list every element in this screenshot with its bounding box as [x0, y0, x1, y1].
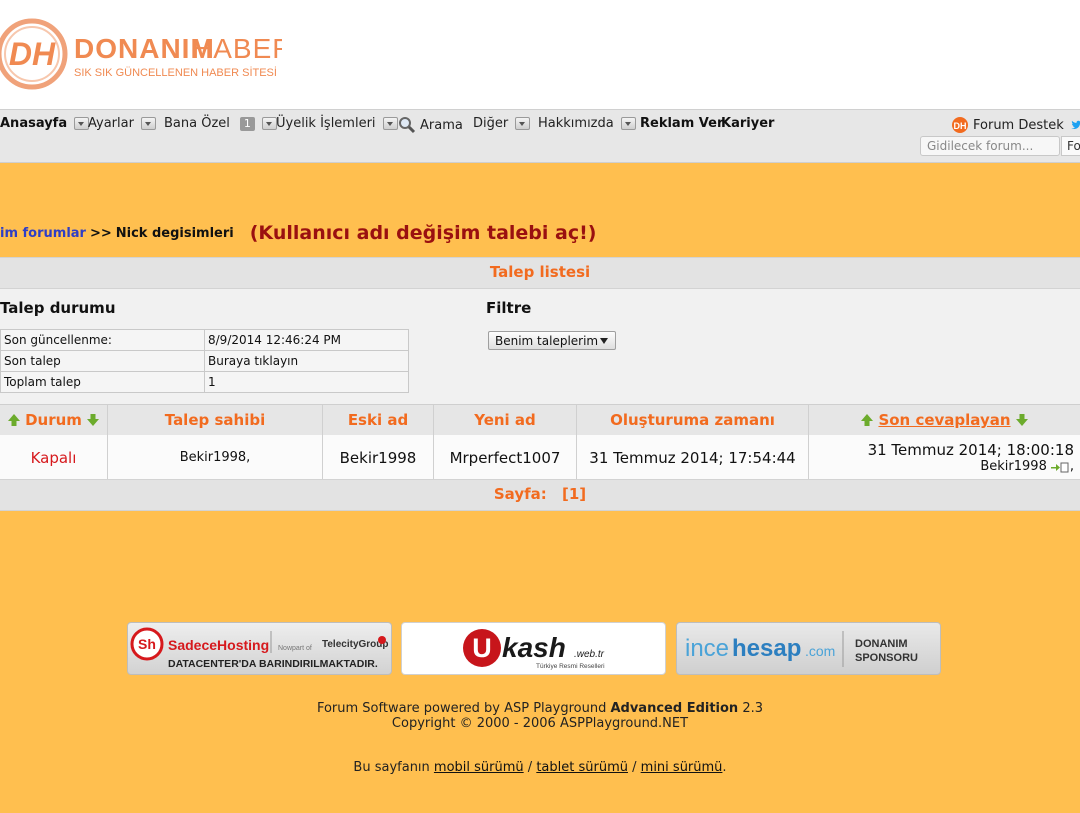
- breadcrumb-separator: >>: [89, 225, 112, 241]
- powered-by: Forum Software powered by ASP Playground…: [316, 701, 764, 716]
- svg-text:.web.tr: .web.tr: [574, 649, 605, 660]
- cell-olusturma-zamani: 31 Temmuz 2014; 17:54:44: [577, 435, 809, 480]
- status-label: Son talep: [0, 350, 205, 372]
- sort-down-icon[interactable]: [1015, 413, 1029, 427]
- svg-text:SadeceHosting: SadeceHosting: [168, 637, 269, 653]
- request-panel: Talep listesi Talep durumu Son güncellen…: [0, 257, 1080, 511]
- status-table: Son güncellenme: 8/9/2014 12:46:24 PM So…: [0, 329, 409, 393]
- header-olusturma-zamani: Oluşturuma zamanı: [577, 405, 809, 435]
- nav-forum-destek[interactable]: DH Forum Destek: [951, 116, 1064, 134]
- dropdown-arrow-icon[interactable]: [261, 117, 277, 130]
- svg-text:Nowpart of: Nowpart of: [278, 645, 312, 652]
- dropdown-arrow-icon[interactable]: [140, 117, 156, 130]
- cell-durum[interactable]: Kapalı: [0, 435, 108, 480]
- nav-ayarlar[interactable]: Ayarlar: [88, 116, 156, 131]
- dropdown-arrow-icon[interactable]: [620, 117, 636, 130]
- svg-text:DH: DH: [9, 36, 56, 72]
- sort-up-icon[interactable]: [860, 413, 874, 427]
- status-label: Toplam talep: [0, 371, 205, 393]
- dropdown-arrow-icon[interactable]: [382, 117, 398, 130]
- nav-reklam-ver[interactable]: Reklam Ver: [640, 116, 723, 131]
- svg-text:SIK SIK GÜNCELLENEN HABER SİTE: SIK SIK GÜNCELLENEN HABER SİTESİ: [74, 66, 277, 79]
- status-row: Son güncellenme: 8/9/2014 12:46:24 PM: [0, 329, 409, 351]
- sort-down-icon[interactable]: [86, 413, 100, 427]
- donanimhaber-logo[interactable]: DH DONANIM HABER SIK SIK GÜNCELLENEN HAB…: [0, 14, 282, 94]
- breadcrumb-link[interactable]: im forumlar: [0, 226, 86, 241]
- pagination: Sayfa: [1]: [0, 479, 1080, 511]
- cell-son-cevaplayan: 31 Temmuz 2014; 18:00:18 Bekir1998 ,: [867, 441, 1074, 474]
- main-navbar: Anasayfa Ayarlar Bana Özel 1 Üyelik İşlem…: [0, 109, 1080, 163]
- last-reply-date: 31 Temmuz 2014; 18:00:18: [867, 441, 1074, 459]
- status-row: Son talep Buraya tıklayın: [0, 350, 409, 372]
- page-label: Sayfa:: [493, 485, 547, 503]
- table-header-row: Durum Talep sahibi Eski ad Yeni ad Oluşt…: [0, 404, 1080, 436]
- cell-eski-ad: Bekir1998: [323, 435, 434, 480]
- header-yeni-ad: Yeni ad: [434, 405, 577, 435]
- dh-logo-icon: DH: [952, 117, 968, 133]
- notification-badge: 1: [239, 116, 255, 131]
- status-label: Son güncellenme:: [0, 329, 205, 351]
- open-request-link[interactable]: (Kullanıcı adı değişim talebi aç!): [250, 222, 597, 244]
- chevron-down-icon: [600, 338, 608, 344]
- version-links: Bu sayfanın mobil sürümü / tablet sürümü…: [353, 760, 727, 775]
- status-value: 1: [204, 371, 409, 393]
- svg-text:Sh: Sh: [138, 636, 156, 652]
- status-value: 8/9/2014 12:46:24 PM: [204, 329, 409, 351]
- svg-text:HABER: HABER: [192, 33, 282, 64]
- header-durum[interactable]: Durum: [0, 405, 108, 435]
- page-current[interactable]: [1]: [562, 485, 586, 503]
- svg-text:hesap: hesap: [732, 635, 801, 662]
- sort-son-cevaplayan-link[interactable]: Son cevaplayan: [878, 411, 1010, 429]
- svg-text:U: U: [472, 633, 492, 663]
- svg-text:DATACENTER'DA BARINDIRILMAKTAD: DATACENTER'DA BARINDIRILMAKTADIR.: [168, 658, 378, 670]
- svg-text:DH: DH: [954, 121, 967, 131]
- filter-title: Filtre: [486, 299, 532, 317]
- dropdown-arrow-icon[interactable]: [74, 117, 90, 130]
- status-title: Talep durumu: [0, 299, 116, 317]
- table-row: Kapalı Bekir1998, Bekir1998 Mrperfect100…: [0, 435, 1080, 481]
- status-value-link[interactable]: Buraya tıklayın: [204, 350, 409, 372]
- site-header: DH DONANIM HABER SIK SIK GÜNCELLENEN HAB…: [0, 0, 1080, 109]
- mobile-version-link[interactable]: mobil sürümü: [434, 760, 524, 775]
- sponsor-ukash[interactable]: U kash .web.tr Türkiye Resmi Reselleri: [401, 622, 666, 675]
- forum-jump-input[interactable]: Gidilecek forum...: [920, 136, 1060, 156]
- mini-version-link[interactable]: mini sürümü: [641, 760, 723, 775]
- status-row: Toplam talep 1: [0, 371, 409, 393]
- nav-diger[interactable]: Diğer: [473, 116, 531, 131]
- tablet-version-link[interactable]: tablet sürümü: [536, 760, 628, 775]
- nav-uyelik-islemleri[interactable]: Üyelik İşlemleri: [276, 116, 398, 131]
- search-icon: [399, 117, 416, 134]
- panel-title: Talep listesi: [0, 257, 1080, 289]
- header-talep-sahibi: Talep sahibi: [108, 405, 323, 435]
- header-eski-ad: Eski ad: [323, 405, 434, 435]
- sponsor-sadecehosting[interactable]: Sh SadeceHosting Nowpart of TelecityGrou…: [127, 622, 392, 675]
- sort-up-icon[interactable]: [7, 413, 21, 427]
- last-reply-user[interactable]: Bekir1998: [980, 459, 1047, 474]
- nav-anasayfa[interactable]: Anasayfa: [0, 116, 90, 131]
- dropdown-arrow-icon[interactable]: [515, 117, 531, 130]
- forum-jump-button[interactable]: Fo: [1061, 136, 1080, 156]
- twitter-icon[interactable]: [1070, 118, 1080, 132]
- svg-text:.com: .com: [805, 643, 835, 659]
- nav-hakkimizda[interactable]: Hakkımızda: [538, 116, 636, 131]
- go-to-post-icon[interactable]: [1050, 461, 1070, 473]
- breadcrumb-current: Nick degisimleri: [115, 225, 234, 241]
- copyright: Copyright © 2000 - 2006 ASPPlayground.NE…: [391, 716, 689, 731]
- svg-text:DONANIM: DONANIM: [855, 638, 908, 650]
- cell-talep-sahibi[interactable]: Bekir1998,: [108, 435, 323, 480]
- sponsor-incehesap[interactable]: ince hesap .com DONANIM SPONSORU: [676, 622, 941, 675]
- svg-text:SPONSORU: SPONSORU: [855, 652, 918, 664]
- header-son-cevaplayan[interactable]: Son cevaplayan: [809, 405, 1080, 435]
- breadcrumb: im forumlar >> Nick degisimleri (Kullanı…: [0, 222, 596, 244]
- svg-text:kash: kash: [502, 632, 566, 663]
- nav-arama[interactable]: Arama: [398, 116, 463, 134]
- cell-yeni-ad: Mrperfect1007: [434, 435, 577, 480]
- nav-kariyer[interactable]: Kariyer: [721, 116, 774, 131]
- nav-bana-ozel[interactable]: Bana Özel 1: [164, 116, 277, 131]
- filter-select[interactable]: Benim taleplerim: [488, 331, 616, 350]
- svg-text:Türkiye Resmi Reselleri: Türkiye Resmi Reselleri: [536, 663, 605, 670]
- svg-text:ince: ince: [685, 635, 729, 662]
